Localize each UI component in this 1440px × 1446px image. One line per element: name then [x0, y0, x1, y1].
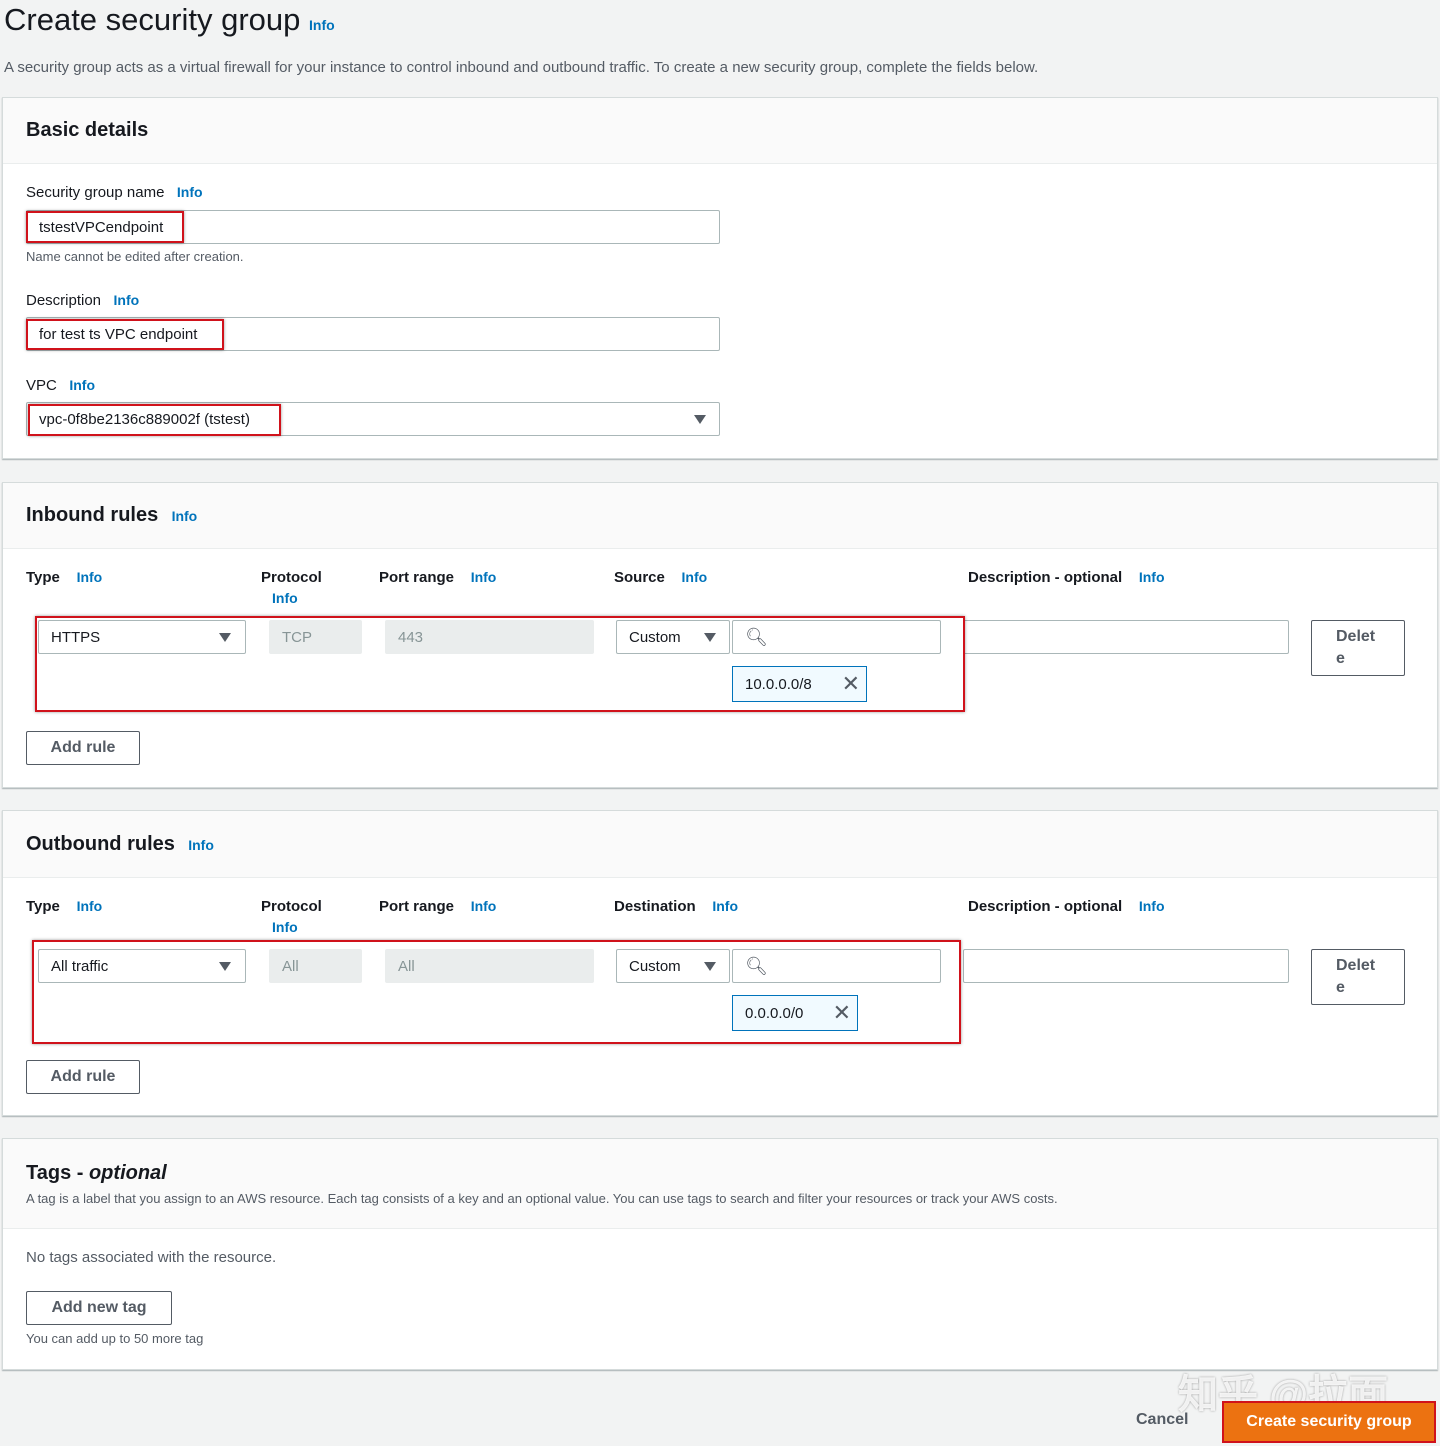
info-link[interactable]: Info: [272, 919, 298, 935]
col-type: Type Info: [26, 898, 102, 915]
tags-description: A tag is a label that you assign to an A…: [26, 1191, 1058, 1206]
page-title-text: Create security group: [4, 2, 300, 37]
delete-rule-button[interactable]: Delete: [1311, 620, 1405, 676]
panel-header: Basic details: [3, 98, 1437, 164]
name-hint: Name cannot be edited after creation.: [26, 249, 244, 264]
tags-panel: Tags - optional A tag is a label that yo…: [2, 1138, 1438, 1370]
tags-hint: You can add up to 50 more tag: [26, 1331, 203, 1346]
description-label: Description Info: [26, 292, 139, 309]
panel-header: Inbound rules Info: [3, 483, 1437, 549]
info-link[interactable]: Info: [172, 508, 198, 524]
name-label: Security group name Info: [26, 184, 203, 201]
info-link[interactable]: Info: [682, 569, 708, 585]
add-rule-button[interactable]: Add rule: [26, 731, 140, 765]
section-title: Outbound rules: [26, 833, 175, 855]
page-description: A security group acts as a virtual firew…: [4, 59, 1038, 76]
col-description: Description - optional Info: [968, 569, 1165, 586]
col-description: Description - optional Info: [968, 898, 1165, 915]
info-link[interactable]: Info: [114, 292, 140, 308]
col-protocol: ProtocolInfo: [261, 898, 322, 940]
info-link[interactable]: Info: [272, 590, 298, 606]
rule-description-input[interactable]: [963, 620, 1289, 654]
highlight-box: [26, 319, 224, 350]
col-port-range: Port range Info: [379, 569, 496, 586]
panel-header: Tags - optional A tag is a label that yo…: [3, 1139, 1437, 1229]
basic-details-panel: Basic details Security group name Info t…: [2, 97, 1438, 459]
col-source: Source Info: [614, 569, 707, 586]
section-title: Basic details: [26, 119, 148, 142]
col-port-range: Port range Info: [379, 898, 496, 915]
rule-description-input[interactable]: [963, 949, 1289, 983]
highlight-box: [35, 616, 965, 712]
delete-rule-button[interactable]: Delete: [1311, 949, 1405, 1005]
highlight-box: [32, 940, 961, 1044]
info-link[interactable]: Info: [1139, 898, 1165, 914]
create-security-group-button[interactable]: Create security group: [1222, 1401, 1436, 1443]
info-link[interactable]: Info: [471, 569, 497, 585]
col-type: Type Info: [26, 569, 102, 586]
inbound-rules-panel: Inbound rules Info Type Info ProtocolInf…: [2, 482, 1438, 788]
info-link[interactable]: Info: [69, 377, 95, 393]
section-title: Inbound rules: [26, 504, 158, 526]
info-link[interactable]: Info: [177, 184, 203, 200]
info-link[interactable]: Info: [471, 898, 497, 914]
highlight-box: [28, 404, 281, 436]
info-link[interactable]: Info: [77, 569, 103, 585]
cancel-button[interactable]: Cancel: [1136, 1411, 1188, 1429]
chevron-down-icon: [694, 415, 706, 424]
info-link[interactable]: Info: [188, 837, 214, 853]
outbound-rules-panel: Outbound rules Info Type Info ProtocolIn…: [2, 810, 1438, 1116]
col-destination: Destination Info: [614, 898, 738, 915]
page-title: Create security group Info: [4, 2, 335, 38]
vpc-label: VPC Info: [26, 377, 95, 394]
add-rule-button[interactable]: Add rule: [26, 1060, 140, 1094]
info-link[interactable]: Info: [77, 898, 103, 914]
panel-header: Outbound rules Info: [3, 811, 1437, 878]
section-title: Tags - optional: [26, 1162, 167, 1185]
col-protocol: ProtocolInfo: [261, 569, 322, 611]
no-tags-text: No tags associated with the resource.: [26, 1249, 276, 1266]
info-link[interactable]: Info: [712, 898, 738, 914]
add-new-tag-button[interactable]: Add new tag: [26, 1291, 172, 1325]
info-link[interactable]: Info: [1139, 569, 1165, 585]
info-link[interactable]: Info: [309, 17, 335, 33]
highlight-box: [26, 211, 184, 243]
